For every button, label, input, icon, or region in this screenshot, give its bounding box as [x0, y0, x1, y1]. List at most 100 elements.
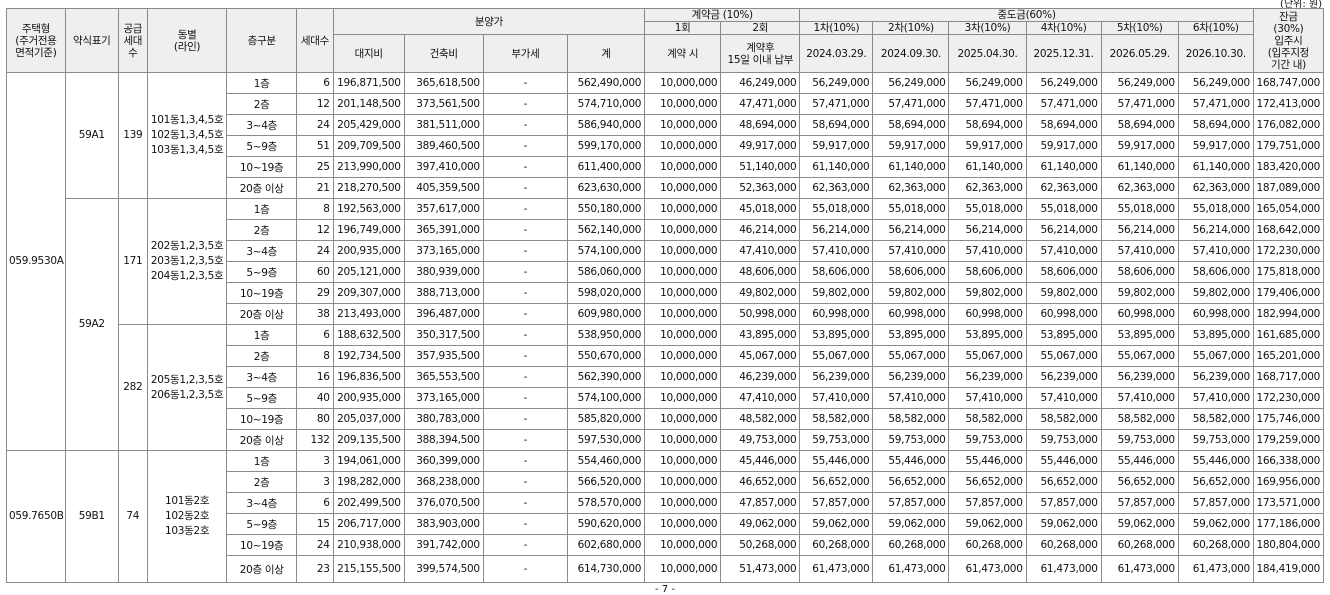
building-cost-cell: 368,238,000 — [403, 471, 484, 493]
mid-payment-cell: 55,067,000 — [1025, 345, 1102, 367]
vat-cell: - — [482, 387, 569, 409]
land-cell: 209,307,000 — [332, 282, 405, 304]
mid-payment-cell: 58,582,000 — [872, 408, 950, 430]
vat-cell: - — [482, 408, 569, 430]
mid-payment-cell: 56,652,000 — [872, 471, 950, 493]
mid-payment-cell: 58,694,000 — [948, 114, 1027, 136]
mid-payment-cell: 62,363,000 — [872, 177, 950, 199]
units-cell: 24 — [296, 114, 334, 136]
mid-payment-cell: 59,917,000 — [1177, 135, 1254, 157]
units-cell: 12 — [296, 219, 334, 241]
vat-cell: - — [482, 135, 569, 157]
vat-cell: - — [482, 471, 569, 493]
deposit2-cell: 43,895,000 — [720, 324, 801, 346]
abbrev-cell: 59A1 — [64, 72, 119, 199]
building-line: 202동1,2,3,5호 — [150, 240, 224, 252]
total-cell: 574,710,000 — [566, 93, 646, 115]
mid-payment-cell: 56,214,000 — [872, 219, 950, 241]
land-cell: 209,709,500 — [332, 135, 405, 157]
building-line: 102동1,3,4,5호 — [150, 129, 224, 141]
table-row: 059.7650B 59B1 74 101동2호 102동2호 103동2호 1층 3 194,… — [6, 450, 1325, 583]
header-dep2-sub: 계약후 15일 이내 납부 — [720, 34, 801, 73]
building-cost-cell: 365,391,000 — [403, 219, 484, 241]
vat-cell: - — [482, 429, 569, 451]
mid-payment-cell: 62,363,000 — [1177, 177, 1254, 199]
header-units: 세대수 — [296, 8, 334, 73]
land-cell: 196,749,000 — [332, 219, 405, 241]
mid-payment-cell: 56,652,000 — [1177, 471, 1254, 493]
mid-payment-cell: 56,249,000 — [1025, 72, 1102, 94]
total-cell: 578,570,000 — [566, 492, 646, 514]
deposit2-cell: 52,363,000 — [720, 177, 801, 199]
balance-cell: 168,747,000 — [1252, 72, 1325, 94]
vat-cell: - — [482, 93, 569, 115]
mid-payment-cell: 53,895,000 — [1177, 324, 1254, 346]
land-cell: 210,938,000 — [332, 534, 405, 556]
deposit2-cell: 51,140,000 — [720, 156, 801, 178]
mid-payment-cell: 57,857,000 — [1025, 492, 1102, 514]
building-line: 206동1,2,3,5호 — [150, 388, 224, 401]
balance-cell: 175,746,000 — [1252, 408, 1325, 430]
building-line: 204동1,2,3,5호 — [150, 270, 224, 282]
units-cell: 21 — [296, 177, 334, 199]
deposit1-cell: 10,000,000 — [644, 282, 722, 304]
table-row: 59A2 171 202동1,2,3,5호 203동1,2,3,5호 204동1,2,3… — [7, 198, 1325, 451]
mid-payment-cell: 59,917,000 — [948, 135, 1027, 157]
mid-payment-cell: 53,895,000 — [1025, 324, 1102, 346]
mid-payment-cell: 56,214,000 — [799, 219, 874, 241]
mid-payment-cell: 60,998,000 — [799, 303, 874, 325]
deposit2-cell: 50,268,000 — [720, 534, 801, 556]
mid-payment-cell: 58,606,000 — [1100, 261, 1179, 283]
mid-payment-cell: 55,067,000 — [1100, 345, 1179, 367]
land-cell: 200,935,000 — [332, 387, 405, 409]
units-cell: 23 — [296, 555, 334, 583]
deposit2-cell: 47,410,000 — [720, 387, 801, 409]
units-cell: 6 — [296, 324, 334, 346]
page-number: - 7 - — [655, 584, 675, 595]
mid-payment-cell: 55,446,000 — [1025, 450, 1102, 472]
land-cell: 213,493,000 — [332, 303, 405, 325]
deposit2-cell: 49,753,000 — [720, 429, 801, 451]
mid-payment-cell: 59,753,000 — [799, 429, 874, 451]
mid-payment-cell: 55,446,000 — [948, 450, 1027, 472]
vat-cell: - — [482, 282, 569, 304]
building-cost-cell: 381,511,000 — [403, 114, 484, 136]
deposit1-cell: 10,000,000 — [644, 177, 722, 199]
mid-payment-cell: 62,363,000 — [948, 177, 1027, 199]
deposit2-cell: 48,582,000 — [720, 408, 801, 430]
balance-cell: 175,818,000 — [1252, 261, 1325, 283]
mid-payment-cell: 57,410,000 — [948, 387, 1027, 409]
deposit2-cell: 45,446,000 — [720, 450, 801, 472]
mid-payment-cell: 60,998,000 — [1025, 303, 1102, 325]
units-cell: 8 — [296, 345, 334, 367]
land-cell: 192,734,500 — [332, 345, 405, 367]
deposit2-cell: 45,067,000 — [720, 345, 801, 367]
deposit2-cell: 46,239,000 — [720, 366, 801, 388]
mid-payment-cell: 59,062,000 — [872, 513, 950, 535]
header-mid-date: 2024.03.29. — [799, 34, 874, 73]
units-cell: 51 — [296, 135, 334, 157]
housing-type-cell: 059.9530A — [6, 72, 66, 451]
mid-payment-cell: 58,606,000 — [872, 261, 950, 283]
header-mid-label: 6차(10%) — [1177, 21, 1254, 35]
mid-payment-cell: 57,471,000 — [948, 93, 1027, 115]
building-cost-cell: 391,742,000 — [403, 534, 484, 556]
mid-payment-cell: 60,268,000 — [1177, 534, 1254, 556]
land-cell: 192,563,000 — [332, 198, 405, 220]
mid-payment-cell: 58,582,000 — [1177, 408, 1254, 430]
building-cost-cell: 373,165,000 — [403, 240, 484, 262]
mid-payment-cell: 56,652,000 — [799, 471, 874, 493]
mid-payment-cell: 57,410,000 — [948, 240, 1027, 262]
mid-payment-cell: 55,018,000 — [948, 198, 1027, 220]
supply-cell: 282 — [117, 324, 149, 451]
mid-payment-cell: 59,062,000 — [1025, 513, 1102, 535]
mid-payment-cell: 58,606,000 — [1177, 261, 1254, 283]
deposit2-cell: 46,249,000 — [720, 72, 801, 94]
building-cost-cell: 376,070,500 — [403, 492, 484, 514]
mid-payment-cell: 57,857,000 — [1177, 492, 1254, 514]
mid-payment-cell: 62,363,000 — [1100, 177, 1179, 199]
balance-cell: 173,571,000 — [1252, 492, 1325, 514]
deposit2-cell: 50,998,000 — [720, 303, 801, 325]
deposit2-cell: 47,471,000 — [720, 93, 801, 115]
header-building-line: (라인) — [173, 40, 201, 53]
